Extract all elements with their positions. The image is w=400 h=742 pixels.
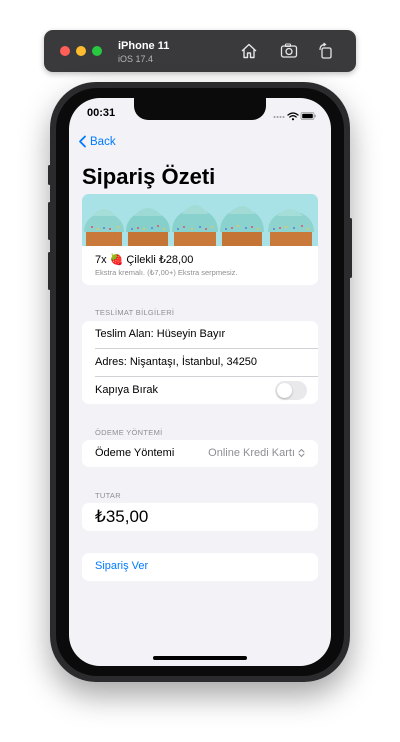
simulator-os-version: iOS 17.4 [118, 54, 154, 64]
order-item-card: 7x 🍓 Çilekli ₺28,00 Ekstra kremalı. (₺7,… [82, 194, 318, 285]
phone-screen: 00:31 Back Sipariş Özeti 7x 🍓 Çilekli ₺2… [69, 98, 331, 666]
status-indicators [273, 108, 317, 121]
delivery-section-label: TESLİMAT BİLGİLERİ [95, 308, 175, 317]
zoom-window-button[interactable] [92, 46, 102, 56]
toggle-knob [277, 383, 292, 398]
close-window-button[interactable] [60, 46, 70, 56]
signal-dots-icon [273, 116, 285, 118]
simulator-device-name: iPhone 11 [118, 40, 170, 52]
place-order-button[interactable]: Sipariş Ver [95, 560, 148, 572]
home-icon[interactable] [239, 41, 259, 61]
payment-method-picker[interactable]: Online Kredi Kartı [208, 447, 305, 459]
minimize-window-button[interactable] [76, 46, 86, 56]
leave-at-door-label: Kapıya Bırak [95, 384, 158, 396]
address-row: Adres: Nişantaşı, İstanbul, 34250 [82, 349, 318, 376]
back-button[interactable]: Back [78, 135, 116, 148]
recipient-row: Teslim Alan: Hüseyin Bayır [82, 321, 318, 348]
payment-section-label: ÖDEME YÖNTEMİ [95, 428, 163, 437]
screenshot-icon[interactable] [279, 41, 299, 61]
place-order-card: Sipariş Ver [82, 553, 318, 581]
order-item-line: 7x 🍓 Çilekli ₺28,00 [95, 254, 194, 266]
payment-method-row[interactable]: Ödeme Yöntemi Online Kredi Kartı [82, 440, 318, 467]
status-time: 00:31 [87, 107, 116, 119]
delivery-card: Teslim Alan: Hüseyin Bayır Adres: Nişant… [82, 321, 318, 404]
home-indicator[interactable] [153, 656, 247, 660]
total-section-label: TUTAR [95, 491, 121, 500]
address-text: Adres: Nişantaşı, İstanbul, 34250 [95, 356, 258, 368]
notch [134, 98, 266, 120]
leave-at-door-toggle[interactable] [275, 381, 307, 400]
chevron-left-icon [79, 135, 86, 148]
back-label: Back [90, 135, 116, 148]
simulator-toolbar: iPhone 11 iOS 17.4 [44, 30, 356, 72]
chevron-updown-icon [298, 449, 305, 457]
page-title: Sipariş Özeti [82, 164, 216, 189]
rotate-icon[interactable] [316, 41, 336, 61]
wifi-icon [287, 112, 299, 118]
battery-icon [300, 112, 316, 120]
cupcake-banner-image [82, 194, 318, 246]
leave-at-door-row: Kapıya Bırak [82, 377, 318, 404]
payment-card: Ödeme Yöntemi Online Kredi Kartı [82, 440, 318, 467]
total-card: ₺35,00 [82, 503, 318, 531]
payment-method-label: Ödeme Yöntemi [95, 447, 175, 459]
order-item-note: Ekstra kremalı. (₺7,00+) Ekstra serpmesi… [95, 268, 238, 277]
divider [95, 375, 318, 376]
recipient-text: Teslim Alan: Hüseyin Bayır [95, 328, 226, 340]
divider [95, 347, 318, 348]
payment-method-value: Online Kredi Kartı [208, 447, 295, 459]
total-amount: ₺35,00 [95, 507, 149, 526]
